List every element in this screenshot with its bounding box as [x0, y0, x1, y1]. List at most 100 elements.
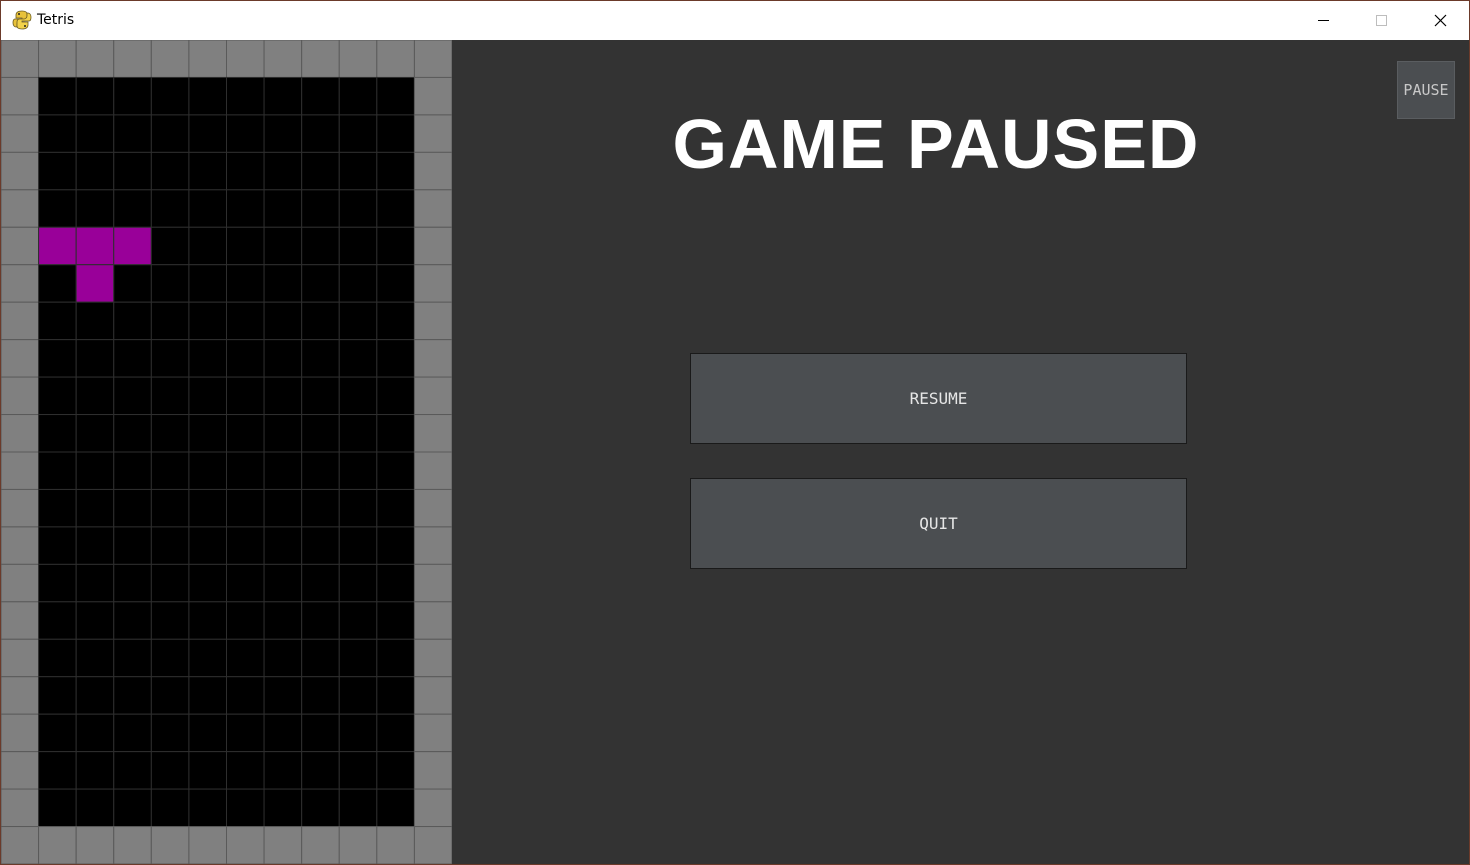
board-border-cell — [413, 76, 452, 116]
board-cell — [38, 488, 77, 528]
close-button[interactable] — [1411, 1, 1469, 40]
board-cell — [38, 151, 77, 191]
board-cell — [150, 114, 190, 153]
board-cell — [38, 451, 77, 490]
board-cell — [263, 526, 303, 565]
board-cell — [263, 226, 303, 266]
board-cell — [301, 151, 340, 191]
board-border-cell — [1, 376, 40, 416]
board-cell — [188, 451, 227, 490]
board-cell — [75, 676, 115, 715]
board-cell — [338, 488, 378, 528]
board-cell — [150, 451, 190, 490]
board-cell — [338, 226, 378, 266]
minimize-button[interactable] — [1294, 1, 1352, 40]
board-border-cell — [1, 751, 40, 790]
board-cell — [301, 264, 340, 303]
board-cell — [301, 76, 340, 116]
board-cell — [301, 488, 340, 528]
board-border-cell — [1, 76, 40, 116]
board-border-cell — [1, 339, 40, 378]
board-cell — [338, 638, 378, 678]
board-cell — [150, 751, 190, 790]
board-border-cell — [1, 414, 40, 453]
quit-button[interactable]: QUIT — [690, 478, 1187, 569]
board-cell — [226, 76, 265, 116]
board-cell — [113, 264, 152, 303]
board-cell — [226, 638, 265, 678]
board-border-cell — [38, 826, 77, 864]
board-border-cell — [113, 40, 152, 78]
minimize-icon — [1318, 20, 1329, 21]
board-cell — [38, 339, 77, 378]
board-cell — [263, 488, 303, 528]
board-cell — [301, 676, 340, 715]
board-cell — [226, 451, 265, 490]
board-cell — [188, 751, 227, 790]
board-cell — [188, 339, 227, 378]
board-cell — [226, 713, 265, 753]
board-cell — [338, 601, 378, 640]
board-cell — [150, 151, 190, 191]
pause-button[interactable]: PAUSE — [1397, 61, 1455, 119]
board-cell — [376, 301, 415, 341]
board-cell — [38, 751, 77, 790]
board-cell — [150, 76, 190, 116]
board-cell — [338, 526, 378, 565]
board-border-cell — [413, 339, 452, 378]
board-cell — [226, 751, 265, 790]
board-cell — [75, 451, 115, 490]
board-cell — [263, 676, 303, 715]
board-cell — [75, 526, 115, 565]
board-border-cell — [413, 264, 452, 303]
resume-button[interactable]: RESUME — [690, 353, 1187, 444]
board-cell — [226, 189, 265, 228]
board-cell — [301, 751, 340, 790]
board-border-cell — [75, 826, 115, 864]
board-cell — [113, 451, 152, 490]
board-cell — [301, 601, 340, 640]
board-cell — [301, 114, 340, 153]
board-cell — [263, 713, 303, 753]
board-border-cell — [1, 713, 40, 753]
board-cell — [113, 301, 152, 341]
board-cell — [113, 376, 152, 416]
board-cell — [301, 713, 340, 753]
tetromino-block — [38, 226, 77, 266]
board-border-cell — [150, 826, 190, 864]
board-border-cell — [413, 376, 452, 416]
board-border-cell — [413, 826, 452, 864]
board-cell — [376, 601, 415, 640]
board-cell — [263, 76, 303, 116]
board-border-cell — [301, 40, 340, 78]
title-bar[interactable]: Tetris — [1, 1, 1469, 40]
board-cell — [338, 151, 378, 191]
board-cell — [301, 563, 340, 603]
board-border-cell — [188, 40, 227, 78]
board-border-cell — [413, 114, 452, 153]
board-cell — [376, 526, 415, 565]
board-cell — [188, 189, 227, 228]
board-cell — [226, 414, 265, 453]
board-cell — [338, 414, 378, 453]
board-border-cell — [413, 526, 452, 565]
board-grid — [1, 40, 452, 864]
board-border-cell — [413, 414, 452, 453]
board-cell — [263, 264, 303, 303]
maximize-button[interactable] — [1352, 1, 1410, 40]
board-cell — [188, 226, 227, 266]
game-client-area: GAME PAUSED RESUME QUIT PAUSE — [1, 40, 1469, 864]
board-cell — [338, 76, 378, 116]
board-cell — [338, 114, 378, 153]
board-cell — [150, 638, 190, 678]
board-cell — [113, 526, 152, 565]
board-cell — [263, 788, 303, 828]
board-cell — [75, 601, 115, 640]
board-border-cell — [1, 601, 40, 640]
board-border-cell — [1, 40, 40, 78]
board-border-cell — [338, 826, 378, 864]
board-border-cell — [413, 189, 452, 228]
board-cell — [75, 788, 115, 828]
board-border-cell — [413, 788, 452, 828]
board-cell — [301, 226, 340, 266]
